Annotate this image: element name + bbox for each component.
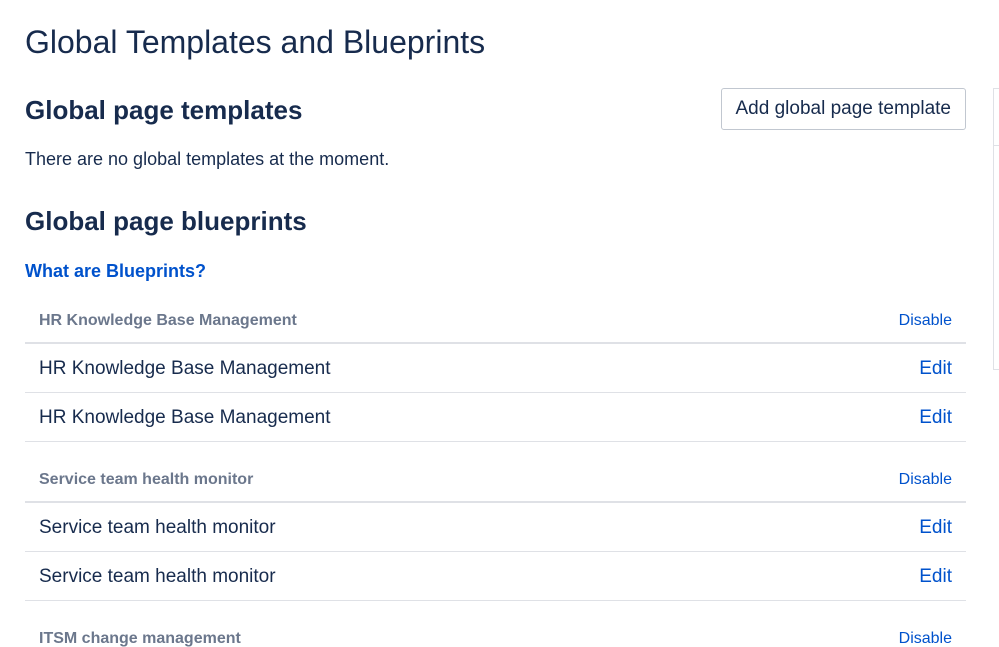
blueprint-group-name: Service team health monitor bbox=[39, 471, 254, 488]
blueprint-row: HR Knowledge Base Management Edit bbox=[25, 393, 966, 442]
disable-blueprint-link[interactable]: Disable bbox=[899, 470, 952, 490]
blueprint-group-name: ITSM change management bbox=[39, 630, 241, 647]
blueprints-heading: Global page blueprints bbox=[25, 206, 307, 236]
templates-empty-message: There are no global templates at the mom… bbox=[25, 149, 390, 169]
blueprint-list: HR Knowledge Base Management Disable HR … bbox=[25, 298, 966, 647]
blueprint-group-header: HR Knowledge Base Management Disable bbox=[25, 298, 966, 344]
page: Global Templates and Blueprints Global p… bbox=[0, 0, 999, 647]
edit-blueprint-link[interactable]: Edit bbox=[919, 565, 952, 589]
edit-blueprint-link[interactable]: Edit bbox=[919, 406, 952, 430]
blueprint-group-header: Service team health monitor Disable bbox=[25, 457, 966, 503]
blueprint-group-header: ITSM change management Disable bbox=[25, 616, 966, 647]
blueprint-name: Service team health monitor bbox=[39, 517, 276, 538]
disable-blueprint-link[interactable]: Disable bbox=[899, 629, 952, 647]
add-global-page-template-button[interactable]: Add global page template bbox=[720, 88, 966, 130]
blueprint-row: Service team health monitor Edit bbox=[25, 503, 966, 552]
edit-blueprint-link[interactable]: Edit bbox=[919, 357, 952, 381]
blueprint-row: Service team health monitor Edit bbox=[25, 552, 966, 601]
sidebar-panel-edge bbox=[993, 88, 999, 370]
blueprint-name: Service team health monitor bbox=[39, 566, 276, 587]
blueprint-group-name: HR Knowledge Base Management bbox=[39, 312, 297, 329]
blueprint-name: HR Knowledge Base Management bbox=[39, 407, 331, 428]
sidebar-divider bbox=[994, 145, 999, 146]
what-are-blueprints-link[interactable]: What are Blueprints? bbox=[25, 259, 206, 283]
blueprint-row: HR Knowledge Base Management Edit bbox=[25, 344, 966, 393]
blueprint-name: HR Knowledge Base Management bbox=[39, 358, 331, 379]
edit-blueprint-link[interactable]: Edit bbox=[919, 516, 952, 540]
page-title: Global Templates and Blueprints bbox=[25, 24, 486, 60]
disable-blueprint-link[interactable]: Disable bbox=[899, 311, 952, 331]
templates-heading: Global page templates bbox=[25, 95, 303, 125]
